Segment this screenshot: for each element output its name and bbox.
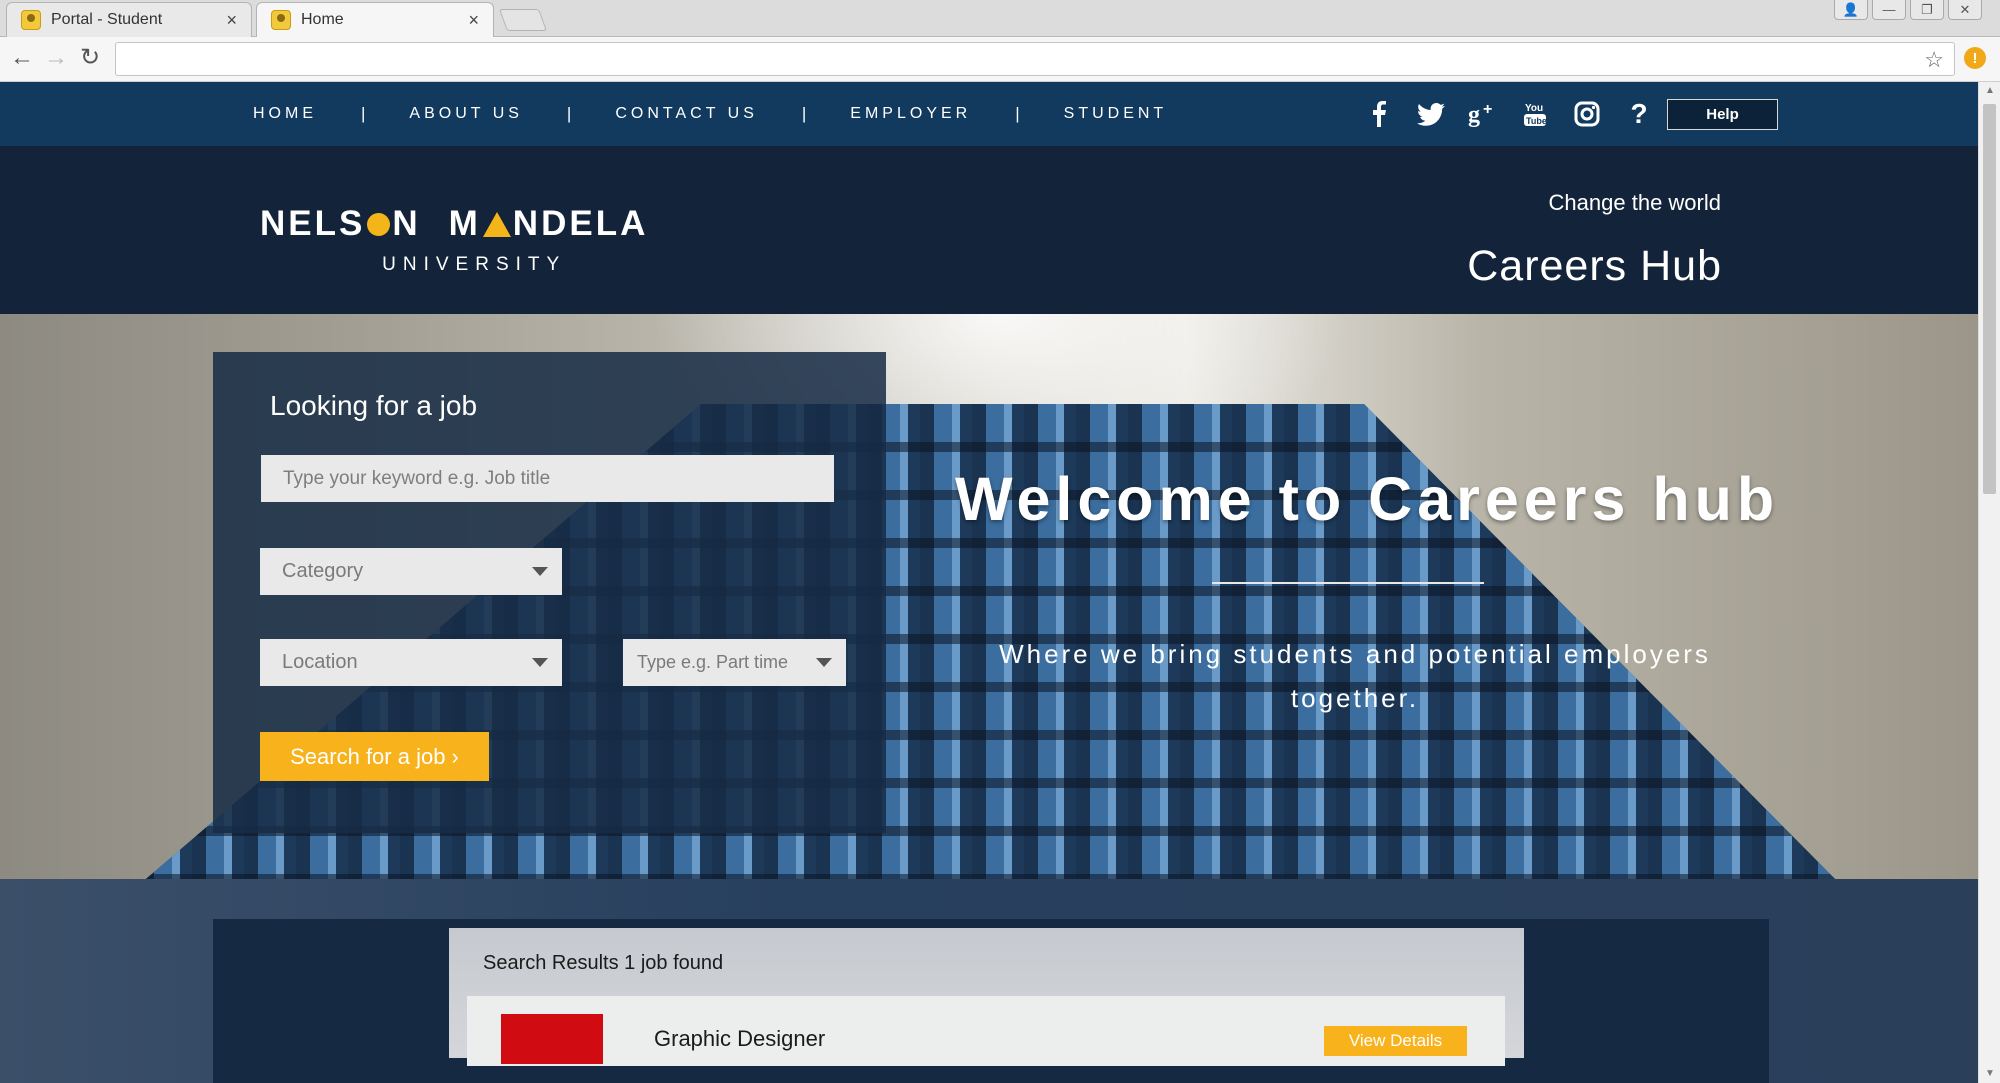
tab-portal-student[interactable]: Portal - Student ×	[6, 2, 252, 37]
close-window-button[interactable]: ✕	[1948, 0, 1982, 20]
category-select-value: Category	[282, 560, 364, 582]
youtube-icon[interactable]: You Tube	[1519, 99, 1551, 129]
results-card: Search Results 1 job found Graphic Desig…	[449, 928, 1524, 1066]
browser-tabstrip: Portal - Student × Home × 👤 — ❐ ✕	[0, 0, 2000, 37]
keyword-search-input[interactable]	[261, 455, 834, 502]
chevron-down-icon	[816, 658, 832, 667]
tab-close-icon[interactable]: ×	[468, 10, 479, 31]
job-search-panel: Looking for a job Category Location Type…	[213, 352, 886, 833]
nav-separator: |	[1015, 104, 1020, 123]
nav-separator: |	[801, 104, 807, 123]
logo-text: M	[448, 204, 481, 243]
profile-icon[interactable]: 👤	[1834, 0, 1868, 20]
heading-divider	[1212, 582, 1484, 584]
top-navigation: HOME | ABOUT US | CONTACT US | EMPLOYER …	[0, 82, 1978, 146]
job-type-select-value: Type e.g. Part time	[637, 652, 789, 672]
svg-text:g: g	[1468, 102, 1480, 127]
tab-title: Portal - Student	[51, 11, 163, 28]
location-select[interactable]: Location	[260, 639, 562, 686]
instagram-icon[interactable]	[1571, 99, 1603, 129]
category-select[interactable]: Category	[260, 548, 562, 595]
results-heading: Search Results 1 job found	[483, 952, 724, 974]
tagline: Change the world	[1548, 190, 1721, 215]
scroll-down-arrow-icon[interactable]: ▼	[1979, 1065, 2000, 1083]
welcome-heading: Welcome to Careers hub	[955, 465, 1780, 533]
nav-about-us[interactable]: ABOUT US	[409, 105, 523, 123]
logo-sun-icon	[367, 212, 391, 236]
site-favicon-icon	[21, 10, 41, 30]
view-details-button[interactable]: View Details	[1324, 1026, 1467, 1056]
job-type-select[interactable]: Type e.g. Part time	[623, 639, 846, 686]
logo-text: NELS	[260, 204, 366, 243]
chevron-down-icon	[532, 658, 548, 667]
results-section: Search Results 1 job found Graphic Desig…	[0, 879, 1978, 1083]
address-bar[interactable]: ☆	[115, 42, 1955, 76]
minimize-button[interactable]: —	[1872, 0, 1906, 20]
new-tab-button[interactable]	[498, 9, 548, 31]
search-panel-title: Looking for a job	[270, 390, 478, 421]
tab-home[interactable]: Home ×	[256, 2, 494, 37]
search-job-button[interactable]: Search for a job ›	[260, 732, 489, 781]
nav-home[interactable]: HOME	[253, 105, 317, 123]
logo-text: NDELA	[512, 204, 649, 243]
back-arrow-icon[interactable]: ←	[10, 46, 34, 70]
scrollbar-thumb[interactable]	[1983, 104, 1996, 494]
question-mark-icon[interactable]: ?	[1623, 98, 1655, 129]
browser-toolbar: ← → ↻ ☆ !	[0, 37, 2000, 82]
svg-text:Tube: Tube	[1526, 116, 1547, 126]
logo-triangle-icon	[482, 211, 511, 237]
job-result-item[interactable]: Graphic Designer View Details	[467, 996, 1505, 1066]
location-select-value: Location	[282, 651, 358, 673]
company-logo	[501, 1014, 603, 1064]
twitter-icon[interactable]	[1415, 99, 1447, 129]
warning-extension-icon[interactable]: !	[1964, 47, 1986, 69]
social-links: g + You Tube ?	[1363, 98, 1655, 129]
web-page: HOME | ABOUT US | CONTACT US | EMPLOYER …	[0, 82, 1978, 1083]
facebook-icon[interactable]	[1363, 99, 1395, 129]
job-title[interactable]: Graphic Designer	[654, 1026, 825, 1052]
help-button[interactable]: Help	[1667, 99, 1778, 130]
restore-button[interactable]: ❐	[1910, 0, 1944, 20]
svg-text:+: +	[1483, 101, 1492, 118]
svg-text:You: You	[1525, 103, 1543, 114]
nav-employer[interactable]: EMPLOYER	[850, 105, 971, 123]
hero-banner: Looking for a job Category Location Type…	[0, 314, 1978, 879]
chevron-down-icon	[532, 567, 548, 576]
nav-student[interactable]: STUDENT	[1064, 105, 1168, 123]
logo-subtitle: UNIVERSITY	[382, 254, 567, 275]
nav-contact-us[interactable]: CONTACT US	[615, 105, 758, 123]
site-title: Careers Hub	[1467, 242, 1722, 290]
window-controls: 👤 — ❐ ✕	[1834, 0, 1982, 20]
reload-icon[interactable]: ↻	[80, 46, 100, 70]
welcome-subtitle: Where we bring students and potential em…	[999, 639, 1711, 713]
bookmark-star-icon[interactable]: ☆	[1924, 47, 1944, 73]
nav-separator: |	[566, 104, 572, 123]
google-plus-icon[interactable]: g +	[1467, 99, 1499, 129]
logo-wordmark: NELS N M NDELA	[260, 204, 648, 244]
forward-arrow-icon[interactable]: →	[44, 46, 68, 70]
site-header: NELS N M NDELA UNIVERSITY Change the wor…	[0, 146, 1978, 314]
scroll-up-arrow-icon[interactable]: ▲	[1979, 82, 2000, 100]
logo-text: N	[392, 204, 421, 243]
nav-separator: |	[361, 104, 366, 123]
site-favicon-icon	[271, 10, 291, 30]
university-logo[interactable]: NELS N M NDELA UNIVERSITY	[260, 204, 648, 276]
tab-close-icon[interactable]: ×	[226, 10, 237, 31]
tab-title: Home	[301, 11, 344, 28]
page-scrollbar[interactable]: ▲ ▼	[1978, 82, 2000, 1083]
nav-links: HOME | ABOUT US | CONTACT US | EMPLOYER …	[253, 82, 1167, 146]
